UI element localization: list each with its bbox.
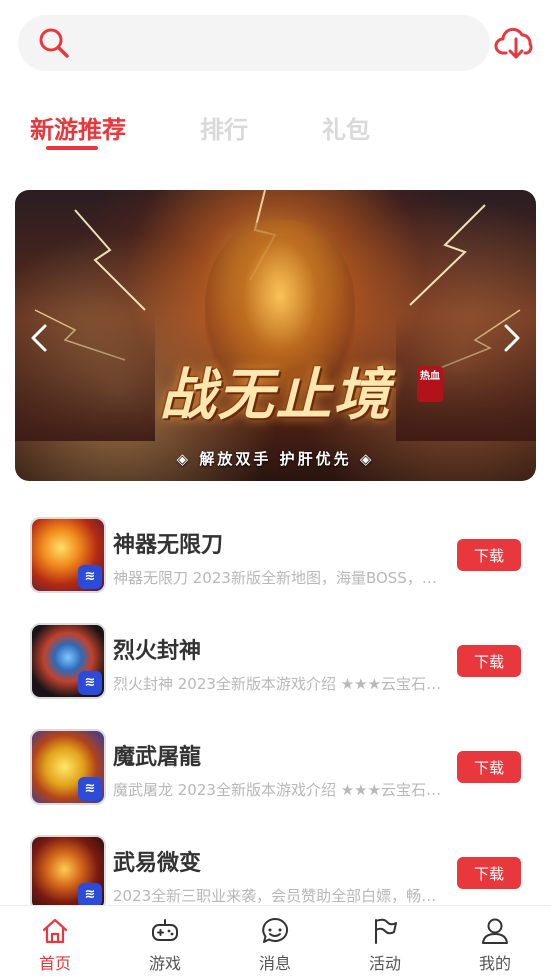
search-icon[interactable] bbox=[36, 25, 72, 61]
game-name: 魔武屠龍 bbox=[113, 745, 202, 770]
nav-item-home[interactable]: 首页 bbox=[15, 916, 95, 976]
game-description: 烈火封神 2023全新版本游戏介绍 ★★★云宝石系统 bbox=[113, 675, 449, 693]
search-row bbox=[18, 15, 538, 71]
category-tabs: 新游推荐 排行 礼包 bbox=[30, 110, 490, 154]
bottom-nav: 首页 游戏 消息 活动 我的 bbox=[0, 905, 551, 979]
active-tab-indicator bbox=[46, 146, 98, 150]
user-icon bbox=[482, 918, 508, 944]
nav-item-activities[interactable]: 活动 bbox=[345, 916, 425, 976]
flag-icon bbox=[375, 918, 397, 944]
message-icon bbox=[262, 917, 289, 943]
search-input[interactable] bbox=[80, 25, 470, 61]
promo-banner[interactable]: 战无止境 热血 ◈ 解放双手 护肝优先 ◈ bbox=[15, 190, 536, 481]
list-item[interactable]: ≋ 魔武屠龍 魔武屠龙 2023全新版本游戏介绍 ★★★云宝石系统 下载 bbox=[0, 717, 551, 823]
game-name: 烈火封神 bbox=[113, 639, 202, 664]
game-icon[interactable]: ≋ bbox=[30, 517, 106, 593]
game-icon[interactable]: ≋ bbox=[30, 835, 106, 911]
tab-gifts[interactable]: 礼包 bbox=[322, 110, 370, 145]
game-description: 2023全新三职业来袭，会员赞助全部白嫖，畅爽体验 bbox=[113, 887, 449, 905]
banner-next-arrow-icon[interactable] bbox=[496, 320, 526, 356]
banner-prev-arrow-icon[interactable] bbox=[25, 320, 55, 356]
platform-badge-icon: ≋ bbox=[78, 565, 102, 589]
download-button[interactable]: 下载 bbox=[457, 645, 521, 677]
platform-badge-icon: ≋ bbox=[78, 883, 102, 907]
game-name: 武易微变 bbox=[113, 851, 202, 876]
game-list: ≋ 神器无限刀 神器无限刀 2023新版全新地图，海量BOSS，轻松爆装 下载 … bbox=[0, 505, 551, 929]
nav-label: 我的 bbox=[478, 954, 511, 973]
nav-label: 消息 bbox=[258, 954, 291, 973]
platform-badge-icon: ≋ bbox=[78, 671, 102, 695]
tab-ranking[interactable]: 排行 bbox=[200, 110, 248, 145]
list-item[interactable]: ≋ 神器无限刀 神器无限刀 2023新版全新地图，海量BOSS，轻松爆装 下载 bbox=[0, 505, 551, 611]
game-name: 神器无限刀 bbox=[113, 533, 224, 558]
tab-new-games[interactable]: 新游推荐 bbox=[30, 110, 126, 145]
app-screen: 新游推荐 排行 礼包 战无止境 热血 ◈ 解放双手 护肝优先 ◈ ≋ 神器无限刀 bbox=[0, 0, 551, 979]
nav-item-messages[interactable]: 消息 bbox=[235, 916, 315, 976]
search-bar[interactable] bbox=[18, 15, 490, 71]
download-button[interactable]: 下载 bbox=[457, 857, 521, 889]
nav-label: 首页 bbox=[38, 954, 71, 973]
nav-item-profile[interactable]: 我的 bbox=[455, 916, 535, 976]
banner-title: 战无止境 bbox=[159, 362, 392, 428]
game-description: 魔武屠龙 2023全新版本游戏介绍 ★★★云宝石系统 bbox=[113, 781, 449, 799]
nav-item-games[interactable]: 游戏 bbox=[125, 916, 205, 976]
list-item[interactable]: ≋ 烈火封神 烈火封神 2023全新版本游戏介绍 ★★★云宝石系统 下载 bbox=[0, 611, 551, 717]
download-button[interactable]: 下载 bbox=[457, 539, 521, 571]
game-icon[interactable]: ≋ bbox=[30, 623, 106, 699]
gamepad-icon bbox=[152, 919, 178, 941]
nav-label: 活动 bbox=[368, 954, 401, 973]
download-button[interactable]: 下载 bbox=[457, 751, 521, 783]
game-description: 神器无限刀 2023新版全新地图，海量BOSS，轻松爆装 bbox=[113, 569, 449, 587]
cloud-download-icon[interactable] bbox=[494, 21, 538, 65]
game-icon[interactable]: ≋ bbox=[30, 729, 106, 805]
nav-label: 游戏 bbox=[148, 954, 181, 973]
banner-subtitle: ◈ 解放双手 护肝优先 ◈ bbox=[176, 450, 375, 468]
home-icon bbox=[42, 918, 68, 944]
platform-badge-icon: ≋ bbox=[78, 777, 102, 801]
hot-badge: 热血 bbox=[417, 366, 443, 402]
